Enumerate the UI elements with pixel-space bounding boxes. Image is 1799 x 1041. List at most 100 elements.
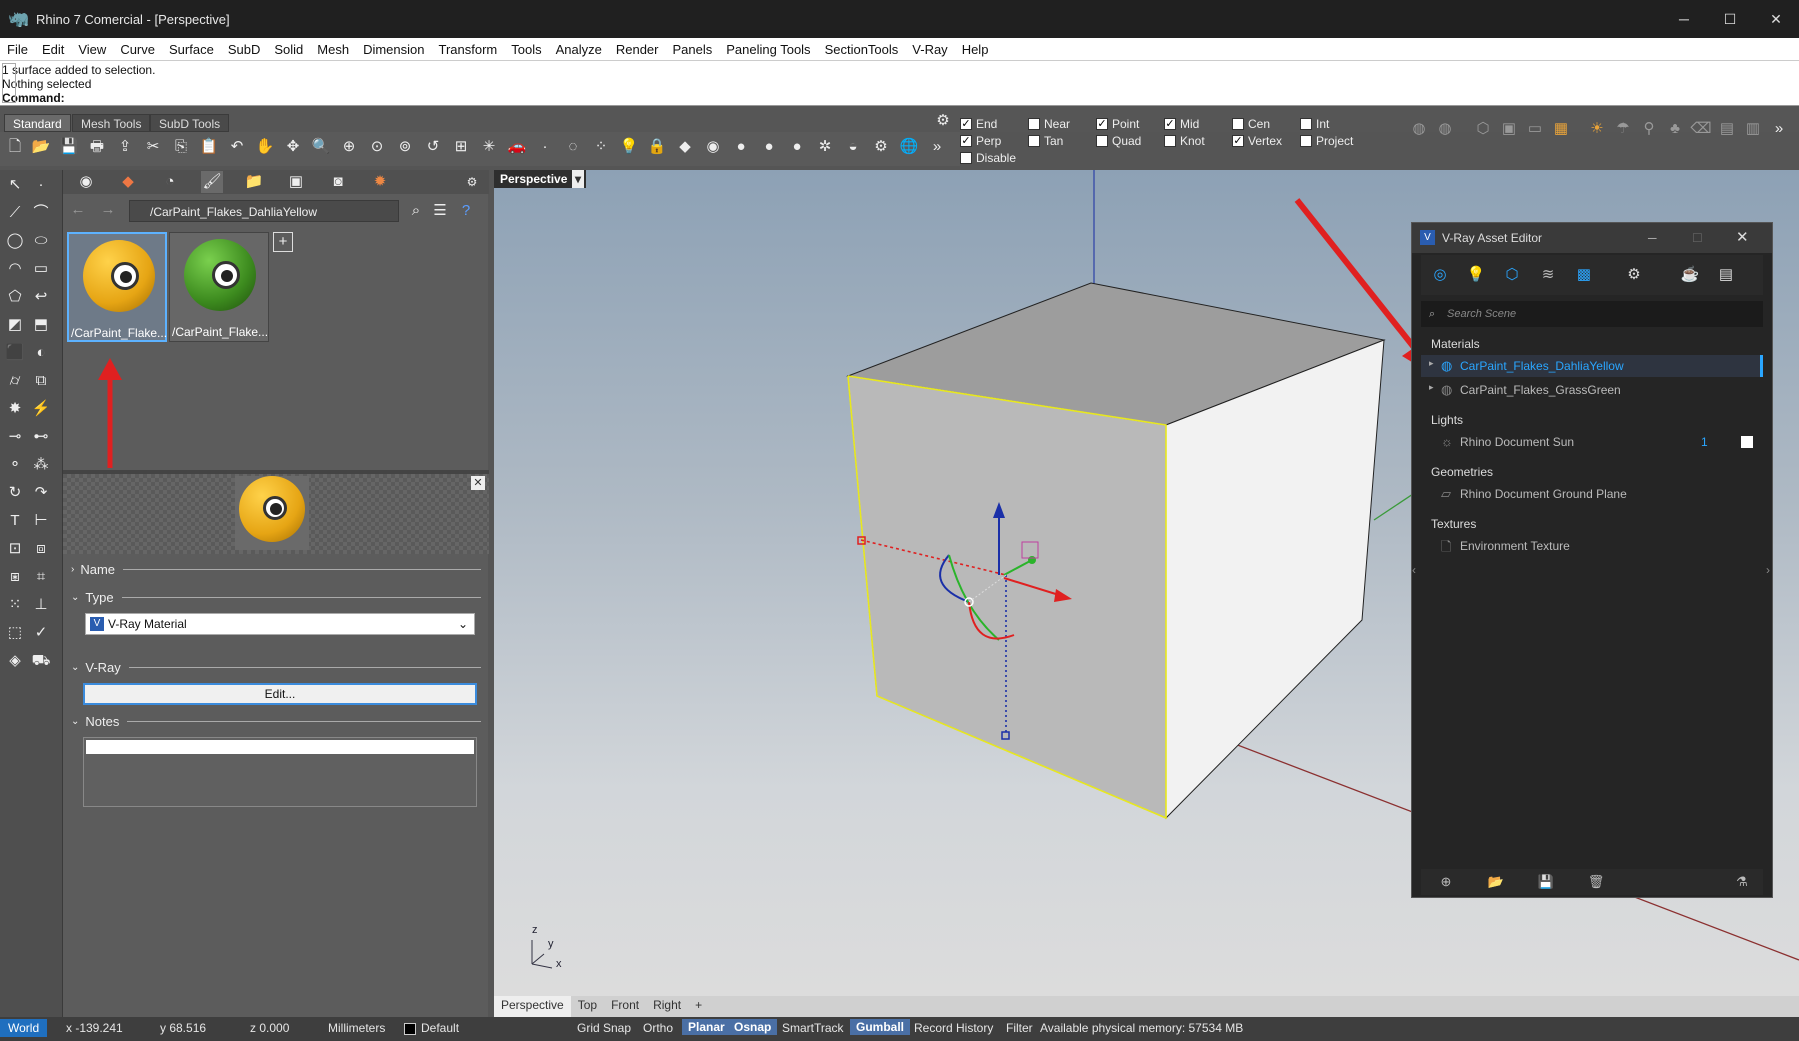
maximize-button[interactable]: ☐ bbox=[1707, 0, 1753, 38]
menu-view[interactable]: View bbox=[71, 42, 113, 57]
tab-front[interactable]: Front bbox=[604, 996, 646, 1017]
render-settings-icon[interactable]: ✲ bbox=[814, 136, 836, 158]
geometry-icon[interactable]: ⬡ bbox=[1501, 264, 1523, 286]
osnap-int[interactable]: Int bbox=[1300, 116, 1329, 132]
maximize-button[interactable]: ☐ bbox=[1692, 223, 1703, 253]
expand-arrow-icon[interactable]: ▸ bbox=[1429, 358, 1434, 369]
move-icon[interactable]: ↷ bbox=[30, 482, 52, 504]
menu-paneling-tools[interactable]: Paneling Tools bbox=[719, 42, 817, 57]
section-notes[interactable]: ⌄ Notes bbox=[71, 714, 481, 729]
paint-bucket-icon[interactable]: ⛟ bbox=[30, 650, 52, 672]
rock-icon[interactable]: ◈ bbox=[4, 650, 26, 672]
settings-icon[interactable]: ⚙ bbox=[461, 171, 483, 193]
trim-icon[interactable]: ⚡ bbox=[30, 398, 52, 420]
rendered-sphere-icon[interactable]: ● bbox=[758, 136, 780, 158]
layer-color-swatch[interactable] bbox=[404, 1023, 416, 1035]
filter-toggle[interactable]: Filter bbox=[1006, 1021, 1033, 1035]
close-button[interactable]: ✕ bbox=[1736, 223, 1749, 253]
materials-tab-icon[interactable]: 🖌 bbox=[201, 171, 223, 193]
frame-buffer-icon[interactable]: ▤ bbox=[1715, 264, 1737, 286]
tab-subd-tools[interactable]: SubD Tools bbox=[150, 114, 230, 132]
paste-icon[interactable]: 📋 bbox=[198, 136, 220, 158]
point-icon[interactable]: · bbox=[534, 136, 556, 158]
light-icon[interactable]: ⚲ bbox=[1638, 118, 1660, 140]
smarttrack-toggle[interactable]: SmartTrack bbox=[782, 1021, 844, 1035]
car-icon[interactable]: 🚗 bbox=[506, 136, 528, 158]
material-item-grassgreen[interactable]: ▸ ◍ CarPaint_Flakes_GrassGreen bbox=[1421, 379, 1763, 401]
menu-curve[interactable]: Curve bbox=[113, 42, 162, 57]
notes-input[interactable] bbox=[86, 740, 474, 754]
osnap-perp[interactable]: ✓ Perp bbox=[960, 133, 1001, 149]
plant-icon[interactable]: ♣ bbox=[1664, 118, 1686, 140]
material-thumbnail-grassgreen[interactable]: /CarPaint_Flake... bbox=[169, 232, 269, 342]
transform-icon[interactable]: ⊡ bbox=[4, 538, 26, 560]
polyline-icon[interactable]: ⟋ bbox=[4, 202, 26, 224]
osnap-vertex[interactable]: ✓ Vertex bbox=[1232, 133, 1282, 149]
materials-icon[interactable]: ◎ bbox=[1429, 264, 1451, 286]
minimize-button[interactable]: ─ bbox=[1661, 0, 1707, 38]
edit-button[interactable]: Edit... bbox=[83, 683, 477, 705]
menu-surface[interactable]: Surface bbox=[162, 42, 221, 57]
options-icon[interactable]: ⚙ bbox=[870, 136, 892, 158]
open-folder-icon[interactable]: 📂 bbox=[1485, 871, 1507, 893]
record-history-toggle[interactable]: Record History bbox=[914, 1021, 993, 1035]
ellipse-icon[interactable]: ⬭ bbox=[30, 230, 52, 252]
box-icon[interactable]: ⬡ bbox=[1472, 118, 1494, 140]
cylinder-icon[interactable]: ⌭ bbox=[4, 370, 26, 392]
menu-help[interactable]: Help bbox=[955, 42, 996, 57]
color-wheel-icon[interactable]: ◉ bbox=[702, 136, 724, 158]
menu-mesh[interactable]: Mesh bbox=[310, 42, 356, 57]
frame-icon[interactable]: ▭ bbox=[1524, 118, 1546, 140]
osnap-end[interactable]: ✓ End bbox=[960, 116, 997, 132]
osnap-point[interactable]: ✓ Point bbox=[1096, 116, 1139, 132]
osnap-knot[interactable]: Knot bbox=[1164, 133, 1205, 149]
notes-textarea[interactable] bbox=[83, 737, 477, 807]
copy-icon[interactable]: ⎘ bbox=[170, 136, 192, 158]
rotate-view-icon[interactable]: ✥ bbox=[282, 136, 304, 158]
arc-icon[interactable]: ◠ bbox=[4, 258, 26, 280]
add-asset-icon[interactable]: ⊕ bbox=[1435, 871, 1457, 893]
material-icon[interactable]: ◒ bbox=[842, 136, 864, 158]
shaded-sphere-icon[interactable]: ● bbox=[730, 136, 752, 158]
points-on-icon[interactable]: ⁘ bbox=[590, 136, 612, 158]
material-thumbnail-dahliayellow[interactable]: /CarPaint_Flake... bbox=[67, 232, 167, 342]
dome-light-icon[interactable]: ☂ bbox=[1612, 118, 1634, 140]
surface-icon[interactable]: ◩ bbox=[4, 314, 26, 336]
osnap-project[interactable]: Project bbox=[1300, 133, 1353, 149]
new-file-icon[interactable]: 🗋 bbox=[4, 136, 26, 158]
command-scrollbar[interactable] bbox=[2, 63, 16, 103]
save-icon[interactable]: 💾 bbox=[58, 136, 80, 158]
layers-icon[interactable]: ◆ bbox=[117, 171, 139, 193]
lock-icon[interactable]: 🔒 bbox=[646, 136, 668, 158]
rotate-icon[interactable]: ↻ bbox=[4, 482, 26, 504]
polygon-icon[interactable]: ⬠ bbox=[4, 286, 26, 308]
lights-icon[interactable]: 💡 bbox=[1465, 264, 1487, 286]
tab-mesh-tools[interactable]: Mesh Tools bbox=[72, 114, 151, 132]
export-icon[interactable]: ⇪ bbox=[114, 136, 136, 158]
circle-icon[interactable]: ◯ bbox=[4, 230, 26, 252]
join-icon[interactable]: ⊷ bbox=[30, 426, 52, 448]
menu-tools[interactable]: Tools bbox=[504, 42, 548, 57]
units-label[interactable]: Millimeters bbox=[328, 1021, 385, 1035]
osnap-cen[interactable]: Cen bbox=[1232, 116, 1270, 132]
section-type[interactable]: ⌄ Type bbox=[71, 590, 481, 605]
zoom-window-icon[interactable]: ⊕ bbox=[338, 136, 360, 158]
grid-array-icon[interactable]: ⌗ bbox=[30, 566, 52, 588]
light-enable-toggle[interactable] bbox=[1741, 436, 1753, 448]
settings-gear-icon[interactable]: ⚙ bbox=[1623, 264, 1645, 286]
section-name[interactable]: › Name bbox=[71, 562, 481, 577]
back-arrow-icon[interactable]: ← bbox=[67, 199, 89, 221]
cplane-world[interactable]: World bbox=[0, 1019, 48, 1037]
osnap-toggle[interactable]: Osnap bbox=[728, 1019, 778, 1035]
text-icon[interactable]: T bbox=[4, 510, 26, 532]
menu-sectiontools[interactable]: SectionTools bbox=[818, 42, 906, 57]
add-viewport-button[interactable]: + bbox=[688, 996, 709, 1017]
group-icon[interactable]: ⚬ bbox=[4, 454, 26, 476]
close-icon[interactable]: ✕ bbox=[471, 476, 485, 490]
cut-icon[interactable]: ✂ bbox=[142, 136, 164, 158]
planar-toggle[interactable]: Planar bbox=[682, 1019, 731, 1035]
proxy-icon[interactable]: ▤ bbox=[1716, 118, 1738, 140]
more-chevron-icon[interactable]: » bbox=[1768, 118, 1790, 140]
osnap-quad[interactable]: Quad bbox=[1096, 133, 1141, 149]
search-icon[interactable]: ⌕ bbox=[405, 200, 427, 222]
